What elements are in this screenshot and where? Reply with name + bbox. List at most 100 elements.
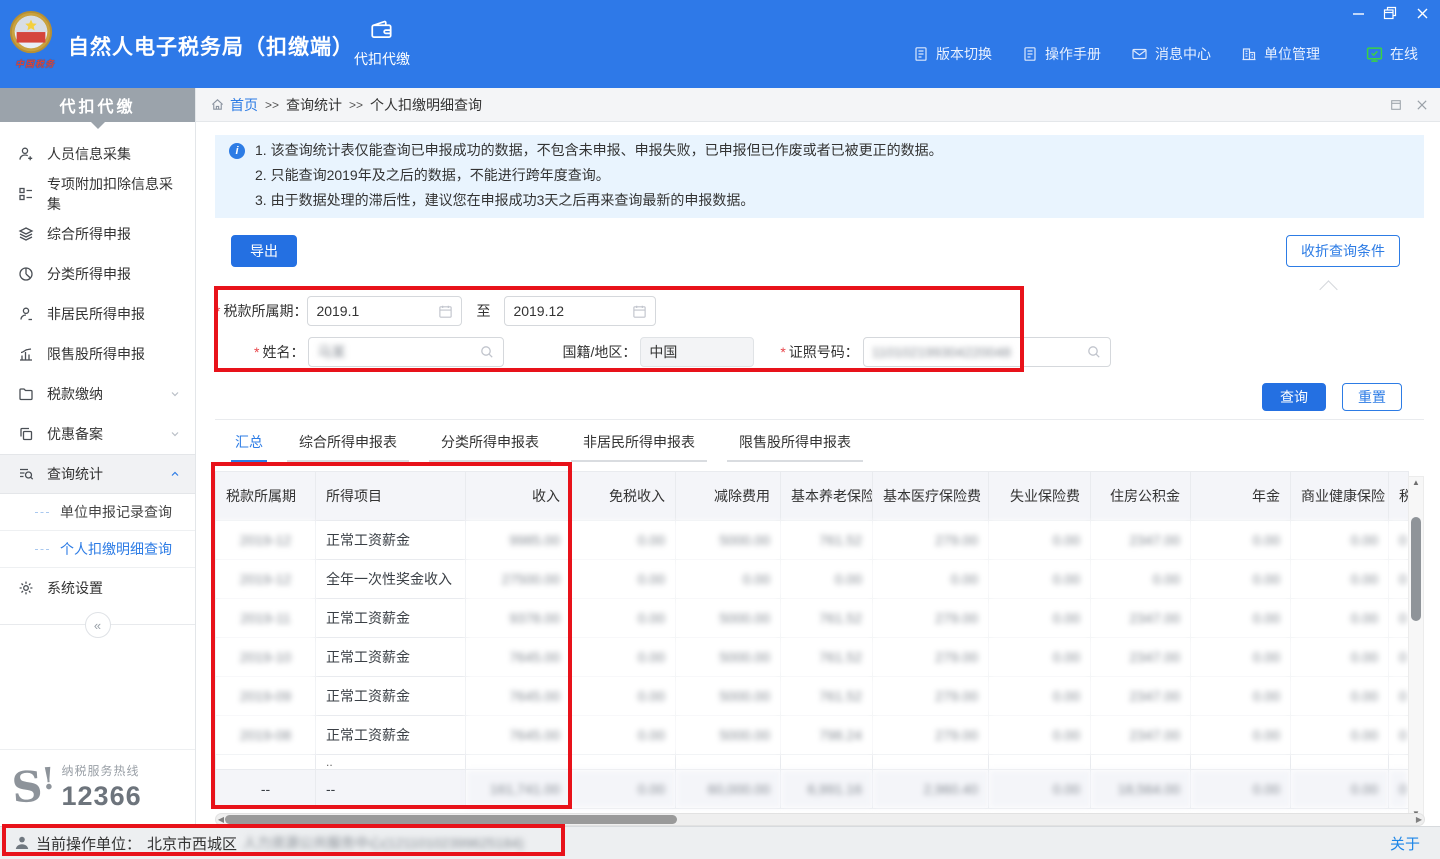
sidebar-item-restricted-stock[interactable]: 限售股所得申报 <box>0 334 195 374</box>
query-button[interactable]: 查询 <box>1262 383 1326 411</box>
nav-tab-withholding[interactable]: 代扣代缴 <box>348 16 416 69</box>
id-number-input[interactable]: 110102199304220048 <box>863 337 1111 367</box>
table-cell: 2,960.40 <box>873 770 989 809</box>
page-content: i 1. 该查询统计表仅能查询已申报成功的数据，不包含未申报、申报失败，已申报但… <box>196 135 1440 826</box>
breadcrumb-home[interactable]: 首页 <box>210 95 258 115</box>
toolbar: 导出 收折查询条件 <box>215 235 1424 267</box>
close-icon[interactable] <box>1414 5 1430 21</box>
column-header: 免税收入 <box>571 472 676 521</box>
nationality-input[interactable]: 中国 <box>640 337 754 367</box>
menu-unit-management[interactable]: 单位管理 <box>1241 44 1320 64</box>
table-row[interactable]: 2019-12全年一次性奖金收入27500.000.000.000.000.00… <box>216 560 1409 599</box>
sidebar-header-pointer <box>91 122 105 129</box>
scroll-right-icon[interactable]: ▶ <box>1414 814 1424 825</box>
result-tabs: 汇总 综合所得申报表 分类所得申报表 非居民所得申报表 限售股所得申报表 <box>215 429 1424 462</box>
sidebar-item-special-deduction[interactable]: 专项附加扣除信息采集 <box>0 174 195 214</box>
sidebar-item-nonresident-income[interactable]: 非居民所得申报 <box>0 294 195 334</box>
tab-classified-income[interactable]: 分类所得申报表 <box>429 429 551 462</box>
query-filters: * 税款所属期： 2019.1 至 2019.12 <box>215 296 1424 367</box>
sidebar-item-query-statistics[interactable]: 查询统计 <box>0 454 195 494</box>
table-cell: 0.00 <box>676 560 781 599</box>
table-cell: -- <box>316 770 466 809</box>
table-cell: 0.00 <box>1191 560 1291 599</box>
table-header-row: 税款所属期所得项目收入免税收入减除费用基本养老保险费基本医疗保险费失业保险费住房… <box>216 472 1409 521</box>
table-cell: 2347.00 <box>1091 677 1191 716</box>
vertical-scrollbar[interactable]: ▲ ▼ <box>1408 476 1424 821</box>
table-cell <box>466 755 571 770</box>
panel-close-icon[interactable] <box>1416 99 1428 111</box>
sidebar-collapse-button[interactable]: « <box>85 612 111 638</box>
horizontal-scrollbar[interactable]: ◀ ▶ <box>215 813 1425 826</box>
table-cell: 0.00 <box>571 560 676 599</box>
table-cell: 0.00 <box>989 716 1091 755</box>
column-header: 基本医疗保险费 <box>873 472 989 521</box>
menu-online-status[interactable]: 在线 <box>1366 44 1418 64</box>
sidebar-item-label: 专项附加扣除信息采集 <box>47 174 181 214</box>
tab-summary[interactable]: 汇总 <box>231 429 267 462</box>
export-button[interactable]: 导出 <box>231 235 297 267</box>
table-cell <box>1291 755 1389 770</box>
table-row[interactable]: 2019-08正常工资薪金7645.000.005000.00798.24279… <box>216 716 1409 755</box>
calendar-icon[interactable] <box>438 304 453 319</box>
table-cell: 0.00 <box>571 638 676 677</box>
table-row[interactable]: 2019-11正常工资薪金9378.000.005000.00761.52279… <box>216 599 1409 638</box>
folder-icon <box>18 386 34 402</box>
column-header: 商业健康保险 <box>1291 472 1389 521</box>
info-icon: i <box>229 143 245 159</box>
sidebar-subitem-unit-declare-query[interactable]: 单位申报记录查询 <box>0 494 195 531</box>
sidebar-item-system-settings[interactable]: 系统设置 <box>0 568 195 608</box>
period-from-input[interactable]: 2019.1 <box>307 296 462 326</box>
sidebar-collapse-row: « <box>0 624 195 625</box>
breadcrumb-level1[interactable]: 查询统计 <box>286 95 342 115</box>
summary-row[interactable]: ----161,741.000.0060,000.006,991.162,960… <box>216 770 1409 809</box>
menu-manual[interactable]: 操作手册 <box>1022 44 1101 64</box>
table-cell: 5000.00 <box>676 521 781 560</box>
tab-restricted-stock[interactable]: 限售股所得申报表 <box>727 429 863 462</box>
filter-row-period: * 税款所属期： 2019.1 至 2019.12 <box>215 296 1424 326</box>
wallet-icon <box>348 16 416 42</box>
table-cell: 0.00 <box>1389 770 1409 809</box>
sidebar-item-preference-filing[interactable]: 优惠备案 <box>0 414 195 454</box>
name-input[interactable]: 马某 <box>308 337 504 367</box>
sidebar-item-classified-income[interactable]: 分类所得申报 <box>0 254 195 294</box>
table-cell: 全年一次性奖金收入 <box>316 560 466 599</box>
table-cell: 2019-11 <box>216 599 316 638</box>
collapse-query-button[interactable]: 收折查询条件 <box>1286 235 1400 267</box>
table-cell: 正常工资薪金 <box>316 638 466 677</box>
sidebar-item-personnel-info[interactable]: 人员信息采集 <box>0 134 195 174</box>
current-unit-masked: 人力资源公共服务中心(12110102399625184) <box>243 833 524 853</box>
horizontal-scrollbar-thumb[interactable] <box>225 815 677 824</box>
about-link[interactable]: 关于 <box>1390 833 1420 854</box>
tab-comprehensive-income[interactable]: 综合所得申报表 <box>287 429 409 462</box>
vertical-scrollbar-thumb[interactable] <box>1411 517 1421 621</box>
table-row[interactable]: 2019-09正常工资薪金7645.000.005000.00761.52279… <box>216 677 1409 716</box>
table-cell: 279.00 <box>873 677 989 716</box>
table-cell: 5000.00 <box>676 599 781 638</box>
table-row-partial[interactable]: .. <box>216 755 1409 770</box>
search-icon[interactable] <box>479 344 495 360</box>
period-to-input[interactable]: 2019.12 <box>504 296 656 326</box>
restore-icon[interactable] <box>1382 5 1398 21</box>
table-row[interactable]: 2019-10正常工资薪金7645.000.005000.00761.52279… <box>216 638 1409 677</box>
table-cell: 2019-10 <box>216 638 316 677</box>
table-cell: 2347.00 <box>1091 716 1191 755</box>
menu-version-switch[interactable]: 版本切换 <box>913 44 992 64</box>
menu-label: 在线 <box>1390 44 1418 64</box>
table-cell: 7645.00 <box>466 677 571 716</box>
sidebar-subitem-personal-detail-query[interactable]: 个人扣缴明细查询 <box>0 531 195 568</box>
table-cell: 0.00 <box>1191 599 1291 638</box>
panel-restore-icon[interactable] <box>1390 99 1402 111</box>
minimize-icon[interactable] <box>1350 5 1366 21</box>
main-panel: 首页 >> 查询统计 >> 个人扣缴明细查询 i 1. 该查询统计表仅能查询已申… <box>196 88 1440 826</box>
search-icon[interactable] <box>1086 344 1102 360</box>
scroll-up-icon[interactable]: ▲ <box>1409 477 1423 489</box>
table-row[interactable]: 2019-12正常工资薪金9985.000.005000.00761.52279… <box>216 521 1409 560</box>
table-cell: 0.00 <box>1389 599 1409 638</box>
calendar-icon[interactable] <box>632 304 647 319</box>
menu-message-center[interactable]: 消息中心 <box>1131 44 1211 64</box>
sidebar-item-tax-payment[interactable]: 税款缴纳 <box>0 374 195 414</box>
sidebar-item-comprehensive-income[interactable]: 综合所得申报 <box>0 214 195 254</box>
table-cell: 161,741.00 <box>466 770 571 809</box>
reset-button[interactable]: 重置 <box>1342 383 1402 411</box>
tab-nonresident-income[interactable]: 非居民所得申报表 <box>571 429 707 462</box>
